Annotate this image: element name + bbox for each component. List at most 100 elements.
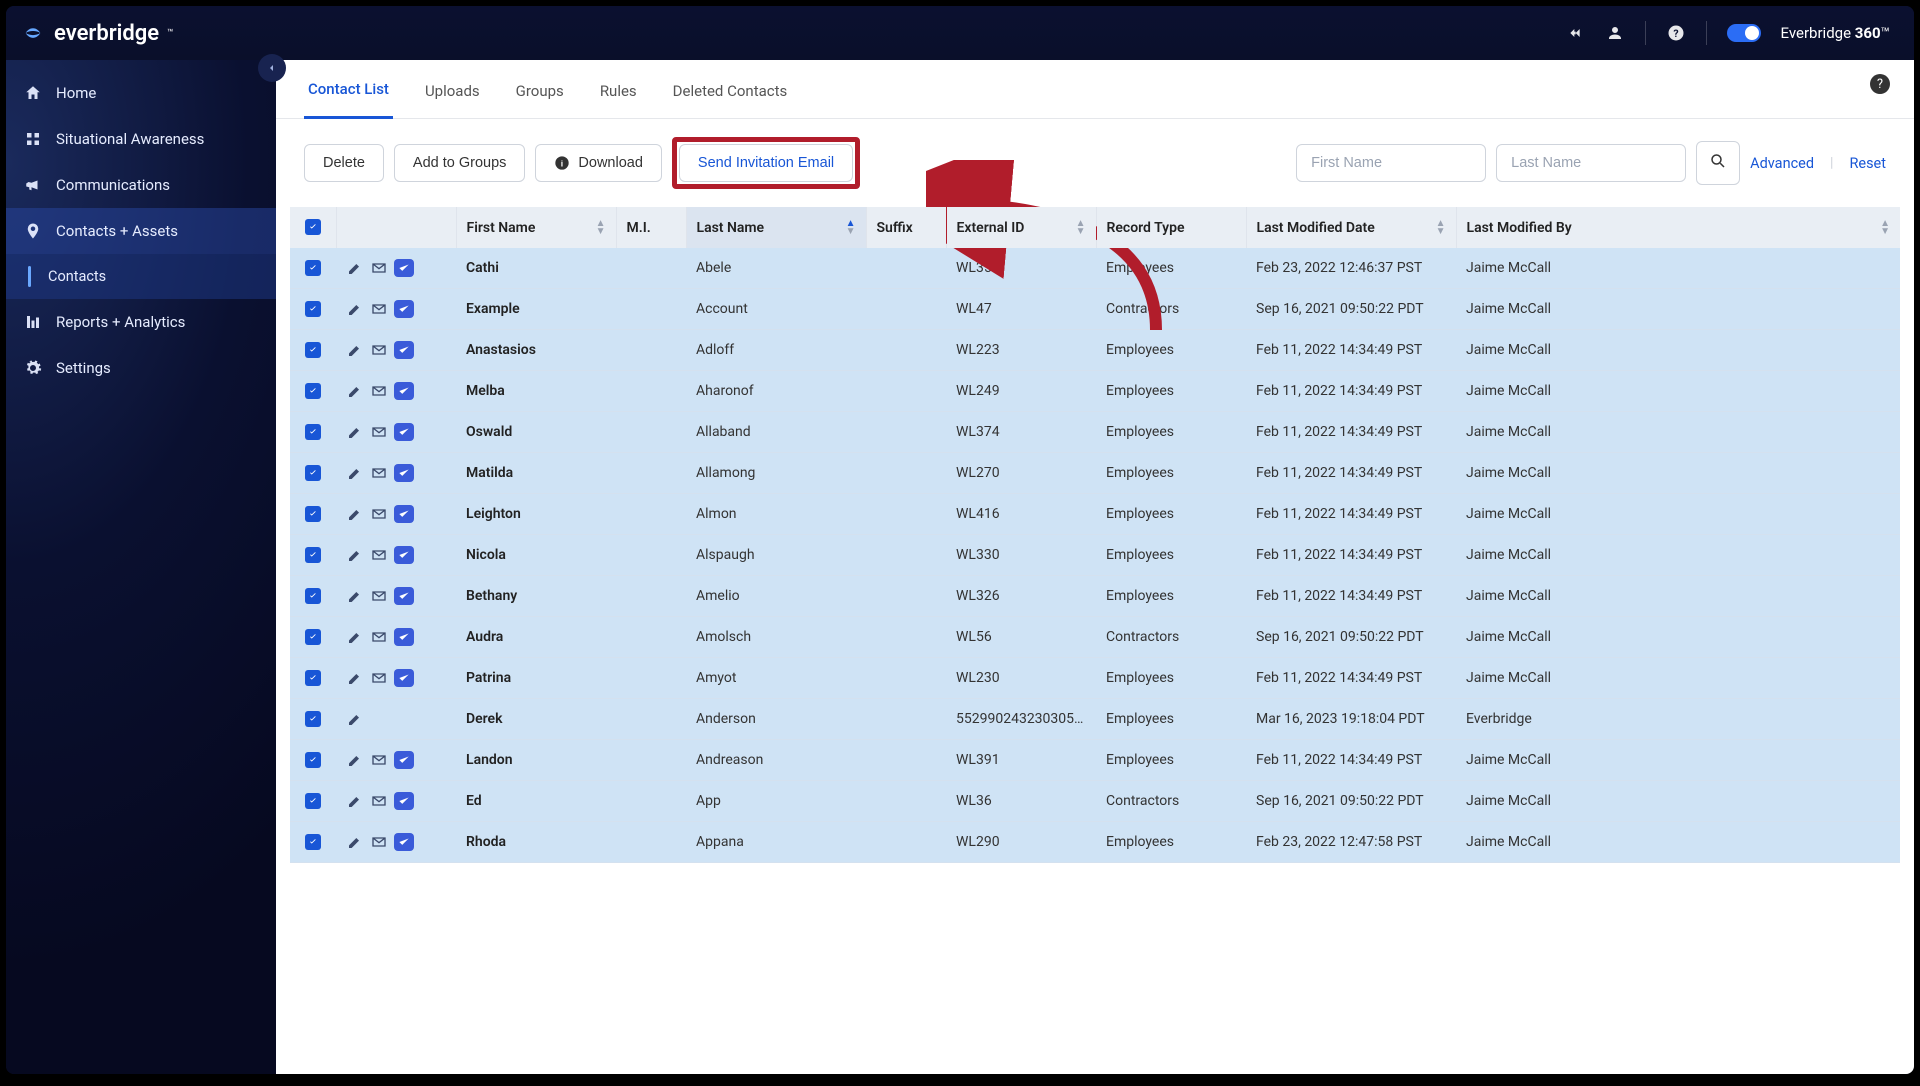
table-row[interactable]: Patrina Amyot WL230 Employees Feb 11, 20… — [290, 658, 1900, 699]
reset-link[interactable]: Reset — [1849, 155, 1886, 172]
mail-icon[interactable] — [370, 382, 388, 400]
mail-icon[interactable] — [370, 833, 388, 851]
mail-icon[interactable] — [370, 628, 388, 646]
status-badge-icon[interactable] — [394, 259, 414, 277]
download-button[interactable]: i Download — [535, 144, 662, 182]
sidebar-item-situational[interactable]: Situational Awareness — [6, 116, 276, 162]
table-row[interactable]: Landon Andreason WL391 Employees Feb 11,… — [290, 740, 1900, 781]
row-checkbox[interactable] — [305, 301, 321, 317]
column-select-all[interactable] — [290, 207, 336, 248]
delete-button[interactable]: Delete — [304, 144, 384, 182]
advanced-link[interactable]: Advanced — [1750, 155, 1814, 172]
row-checkbox[interactable] — [305, 424, 321, 440]
user-icon[interactable] — [1605, 23, 1625, 43]
row-checkbox[interactable] — [305, 506, 321, 522]
tab-rules[interactable]: Rules — [596, 62, 641, 118]
mail-icon[interactable] — [370, 341, 388, 359]
mail-icon[interactable] — [370, 505, 388, 523]
sidebar-collapse-button[interactable] — [258, 54, 286, 82]
edit-icon[interactable] — [346, 546, 364, 564]
page-help-icon[interactable]: ? — [1870, 74, 1890, 94]
tab-deleted[interactable]: Deleted Contacts — [669, 62, 792, 118]
row-checkbox[interactable] — [305, 465, 321, 481]
column-modified-date[interactable]: Last Modified Date▲▼ — [1246, 207, 1456, 248]
edit-icon[interactable] — [346, 669, 364, 687]
column-first-name[interactable]: First Name▲▼ — [456, 207, 616, 248]
add-to-groups-button[interactable]: Add to Groups — [394, 144, 526, 182]
edit-icon[interactable] — [346, 464, 364, 482]
status-badge-icon[interactable] — [394, 669, 414, 687]
edit-icon[interactable] — [346, 628, 364, 646]
mail-icon[interactable] — [370, 792, 388, 810]
edit-icon[interactable] — [346, 833, 364, 851]
table-row[interactable]: Anastasios Adloff WL223 Employees Feb 11… — [290, 330, 1900, 371]
table-row[interactable]: Cathi Abele WL356 Employees Feb 23, 2022… — [290, 248, 1900, 289]
help-icon[interactable]: ? — [1666, 23, 1686, 43]
edit-icon[interactable] — [346, 710, 364, 728]
sidebar-item-settings[interactable]: Settings — [6, 345, 276, 391]
column-mi[interactable]: M.I. — [616, 207, 686, 248]
table-row[interactable]: Rhoda Appana WL290 Employees Feb 23, 202… — [290, 822, 1900, 863]
status-badge-icon[interactable] — [394, 751, 414, 769]
tab-uploads[interactable]: Uploads — [421, 62, 484, 118]
row-checkbox[interactable] — [305, 383, 321, 399]
status-badge-icon[interactable] — [394, 792, 414, 810]
status-badge-icon[interactable] — [394, 382, 414, 400]
sidebar-item-contacts-assets[interactable]: Contacts + Assets — [6, 208, 276, 254]
edit-icon[interactable] — [346, 505, 364, 523]
table-row[interactable]: Oswald Allaband WL374 Employees Feb 11, … — [290, 412, 1900, 453]
status-badge-icon[interactable] — [394, 464, 414, 482]
edit-icon[interactable] — [346, 259, 364, 277]
checkbox-icon[interactable] — [305, 219, 321, 235]
column-suffix[interactable]: Suffix — [866, 207, 946, 248]
edit-icon[interactable] — [346, 423, 364, 441]
table-row[interactable]: Ed App WL36 Contractors Sep 16, 2021 09:… — [290, 781, 1900, 822]
status-badge-icon[interactable] — [394, 341, 414, 359]
edit-icon[interactable] — [346, 792, 364, 810]
first-name-input[interactable] — [1296, 144, 1486, 182]
row-checkbox[interactable] — [305, 793, 321, 809]
status-badge-icon[interactable] — [394, 546, 414, 564]
send-invitation-button[interactable]: Send Invitation Email — [679, 144, 853, 182]
mail-icon[interactable] — [370, 423, 388, 441]
edit-icon[interactable] — [346, 382, 364, 400]
row-checkbox[interactable] — [305, 342, 321, 358]
last-name-input[interactable] — [1496, 144, 1686, 182]
table-row[interactable]: Example Account WL47 Contractors Sep 16,… — [290, 289, 1900, 330]
row-checkbox[interactable] — [305, 670, 321, 686]
row-checkbox[interactable] — [305, 547, 321, 563]
column-last-name[interactable]: Last Name▲▼ — [686, 207, 866, 248]
row-checkbox[interactable] — [305, 834, 321, 850]
search-button[interactable] — [1696, 141, 1740, 185]
edit-icon[interactable] — [346, 341, 364, 359]
status-badge-icon[interactable] — [394, 833, 414, 851]
row-checkbox[interactable] — [305, 711, 321, 727]
table-row[interactable]: Melba Aharonof WL249 Employees Feb 11, 2… — [290, 371, 1900, 412]
mail-icon[interactable] — [370, 587, 388, 605]
table-row[interactable]: Nicola Alspaugh WL330 Employees Feb 11, … — [290, 535, 1900, 576]
sidebar-item-home[interactable]: Home — [6, 70, 276, 116]
edit-icon[interactable] — [346, 751, 364, 769]
collapse-icon[interactable] — [1565, 23, 1585, 43]
mail-icon[interactable] — [370, 259, 388, 277]
status-badge-icon[interactable] — [394, 628, 414, 646]
status-badge-icon[interactable] — [394, 300, 414, 318]
suite-toggle[interactable] — [1727, 24, 1761, 42]
column-record-type[interactable]: Record Type — [1096, 207, 1246, 248]
row-checkbox[interactable] — [305, 752, 321, 768]
sidebar-item-communications[interactable]: Communications — [6, 162, 276, 208]
mail-icon[interactable] — [370, 464, 388, 482]
column-external-id[interactable]: External ID▲▼ — [946, 207, 1096, 248]
row-checkbox[interactable] — [305, 260, 321, 276]
edit-icon[interactable] — [346, 587, 364, 605]
row-checkbox[interactable] — [305, 588, 321, 604]
table-row[interactable]: Matilda Allamong WL270 Employees Feb 11,… — [290, 453, 1900, 494]
sidebar-subitem-contacts[interactable]: Contacts — [6, 254, 276, 299]
status-badge-icon[interactable] — [394, 423, 414, 441]
table-row[interactable]: Audra Amolsch WL56 Contractors Sep 16, 2… — [290, 617, 1900, 658]
mail-icon[interactable] — [370, 669, 388, 687]
table-row[interactable]: Bethany Amelio WL326 Employees Feb 11, 2… — [290, 576, 1900, 617]
sidebar-item-reports[interactable]: Reports + Analytics — [6, 299, 276, 345]
mail-icon[interactable] — [370, 751, 388, 769]
row-checkbox[interactable] — [305, 629, 321, 645]
